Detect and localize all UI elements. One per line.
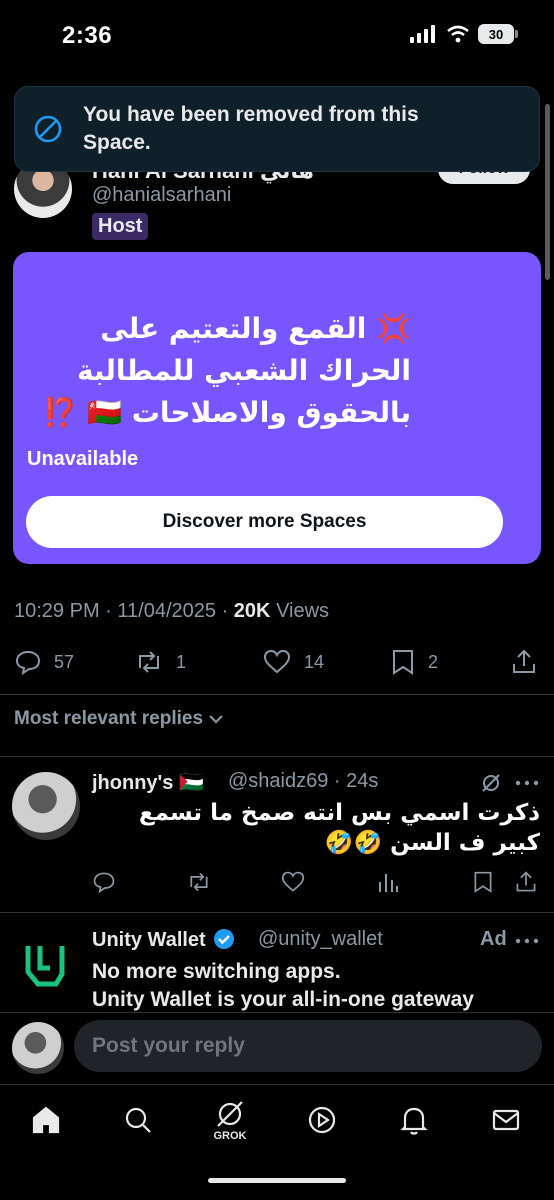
- more-options-icon[interactable]: [514, 936, 540, 946]
- views-label: Views: [276, 600, 330, 622]
- divider: [0, 756, 554, 757]
- reply-time: 24s: [346, 770, 379, 792]
- ad-label: Ad: [480, 928, 507, 950]
- reply-reply-button[interactable]: [92, 870, 116, 894]
- host-badge: Host: [92, 213, 149, 240]
- space-title: 💢 القمع والتعتيم على الحراك الشعبي للمطا…: [42, 312, 411, 429]
- repost-action[interactable]: 1: [134, 648, 186, 676]
- ad-text: No more switching apps. Unity Wallet is …: [92, 958, 532, 1012]
- reply-views-button[interactable]: [376, 870, 400, 894]
- play-icon: [308, 1106, 336, 1134]
- ad-line-1: No more switching apps.: [92, 960, 341, 983]
- reply-icon: [15, 650, 41, 676]
- reply-author-meta[interactable]: @shaidz69 · 24s: [228, 770, 378, 793]
- removed-toast: You have been removed from this Space.: [14, 86, 540, 172]
- mail-icon: [492, 1109, 520, 1131]
- share-icon: [513, 649, 535, 673]
- tab-grok[interactable]: [210, 1094, 250, 1134]
- repost-icon: [139, 651, 159, 673]
- chevron-down-icon: [209, 715, 223, 724]
- divider: [0, 912, 554, 913]
- reply-share-button[interactable]: [514, 870, 538, 894]
- grok-icon[interactable]: [480, 772, 502, 794]
- status-time: 2:36: [62, 22, 113, 49]
- bookmark-action[interactable]: 2: [390, 648, 438, 676]
- like-count: 14: [304, 651, 325, 672]
- share-icon: [516, 871, 536, 892]
- ad-author-name[interactable]: Unity Wallet: [92, 928, 235, 952]
- repost-icon: [190, 872, 208, 892]
- heart-icon: [281, 871, 305, 892]
- post-time: 10:29 PM: [14, 600, 100, 622]
- tab-spaces[interactable]: [302, 1100, 342, 1140]
- grok-label: GROK: [213, 1130, 247, 1142]
- post-date: 11/04/2025: [117, 600, 217, 622]
- blocked-icon: [34, 115, 62, 143]
- reply-input[interactable]: [74, 1020, 542, 1072]
- repost-count: 1: [176, 651, 187, 672]
- tab-messages[interactable]: [486, 1100, 526, 1140]
- tab-notifications[interactable]: [394, 1100, 434, 1140]
- tab-home[interactable]: [26, 1100, 66, 1140]
- views-count: 20K: [233, 600, 271, 622]
- bookmark-icon: [393, 650, 413, 675]
- reply-icon: [93, 872, 115, 894]
- grok-icon: [217, 1101, 243, 1127]
- bookmark-icon: [474, 871, 492, 893]
- reply-handle: @shaidz69: [228, 770, 329, 792]
- space-card[interactable]: 💢 القمع والتعتيم على الحراك الشعبي للمطا…: [13, 252, 541, 564]
- signal-icon: [410, 25, 435, 43]
- reply-author-name[interactable]: jhonny's 🇵🇸: [92, 770, 204, 795]
- home-icon: [32, 1106, 60, 1134]
- ad-name-text: Unity Wallet: [92, 929, 206, 951]
- reply-count: 57: [54, 651, 75, 672]
- like-action[interactable]: 14: [262, 648, 324, 676]
- unity-wallet-logo[interactable]: [22, 942, 68, 988]
- replies-filter-label: Most relevant replies: [14, 708, 204, 729]
- more-options-icon[interactable]: [514, 778, 540, 788]
- reply-avatar[interactable]: [12, 772, 80, 840]
- my-avatar[interactable]: [12, 1022, 64, 1074]
- analytics-icon: [379, 874, 398, 892]
- post-meta: 10:29 PM · 11/04/2025 · 20K Views: [14, 600, 330, 622]
- host-handle[interactable]: @hanialsarhani: [92, 184, 231, 207]
- scrollbar[interactable]: [545, 104, 550, 280]
- toast-message: You have been removed from this Space.: [83, 103, 419, 154]
- space-status: Unavailable: [27, 448, 139, 470]
- battery-indicator: 30: [478, 24, 518, 44]
- status-icons: 30: [410, 24, 518, 44]
- reply-text: ذكرت اسمي بس انته صمخ ما تسمع كبير ف الس…: [138, 800, 540, 856]
- wifi-icon: [447, 25, 469, 43]
- ad-handle[interactable]: @unity_wallet: [258, 928, 383, 951]
- divider: [0, 694, 554, 695]
- verified-icon: [214, 929, 235, 949]
- discover-spaces-button[interactable]: Discover more Spaces: [26, 496, 503, 548]
- ad-line-2: Unity Wallet is your all-in-one gateway: [92, 988, 474, 1011]
- tab-search[interactable]: [118, 1100, 158, 1140]
- search-icon: [125, 1107, 151, 1133]
- reply-action[interactable]: 57: [14, 648, 74, 676]
- bookmark-count: 2: [428, 651, 439, 672]
- home-indicator[interactable]: [208, 1178, 346, 1183]
- bell-icon: [400, 1107, 428, 1135]
- heart-icon: [263, 649, 291, 674]
- reply-bookmark-button[interactable]: [472, 870, 494, 894]
- reply-repost-button[interactable]: [186, 870, 212, 894]
- reply-like-button[interactable]: [280, 870, 306, 894]
- replies-filter[interactable]: Most relevant replies: [14, 708, 225, 730]
- share-action[interactable]: [510, 648, 538, 676]
